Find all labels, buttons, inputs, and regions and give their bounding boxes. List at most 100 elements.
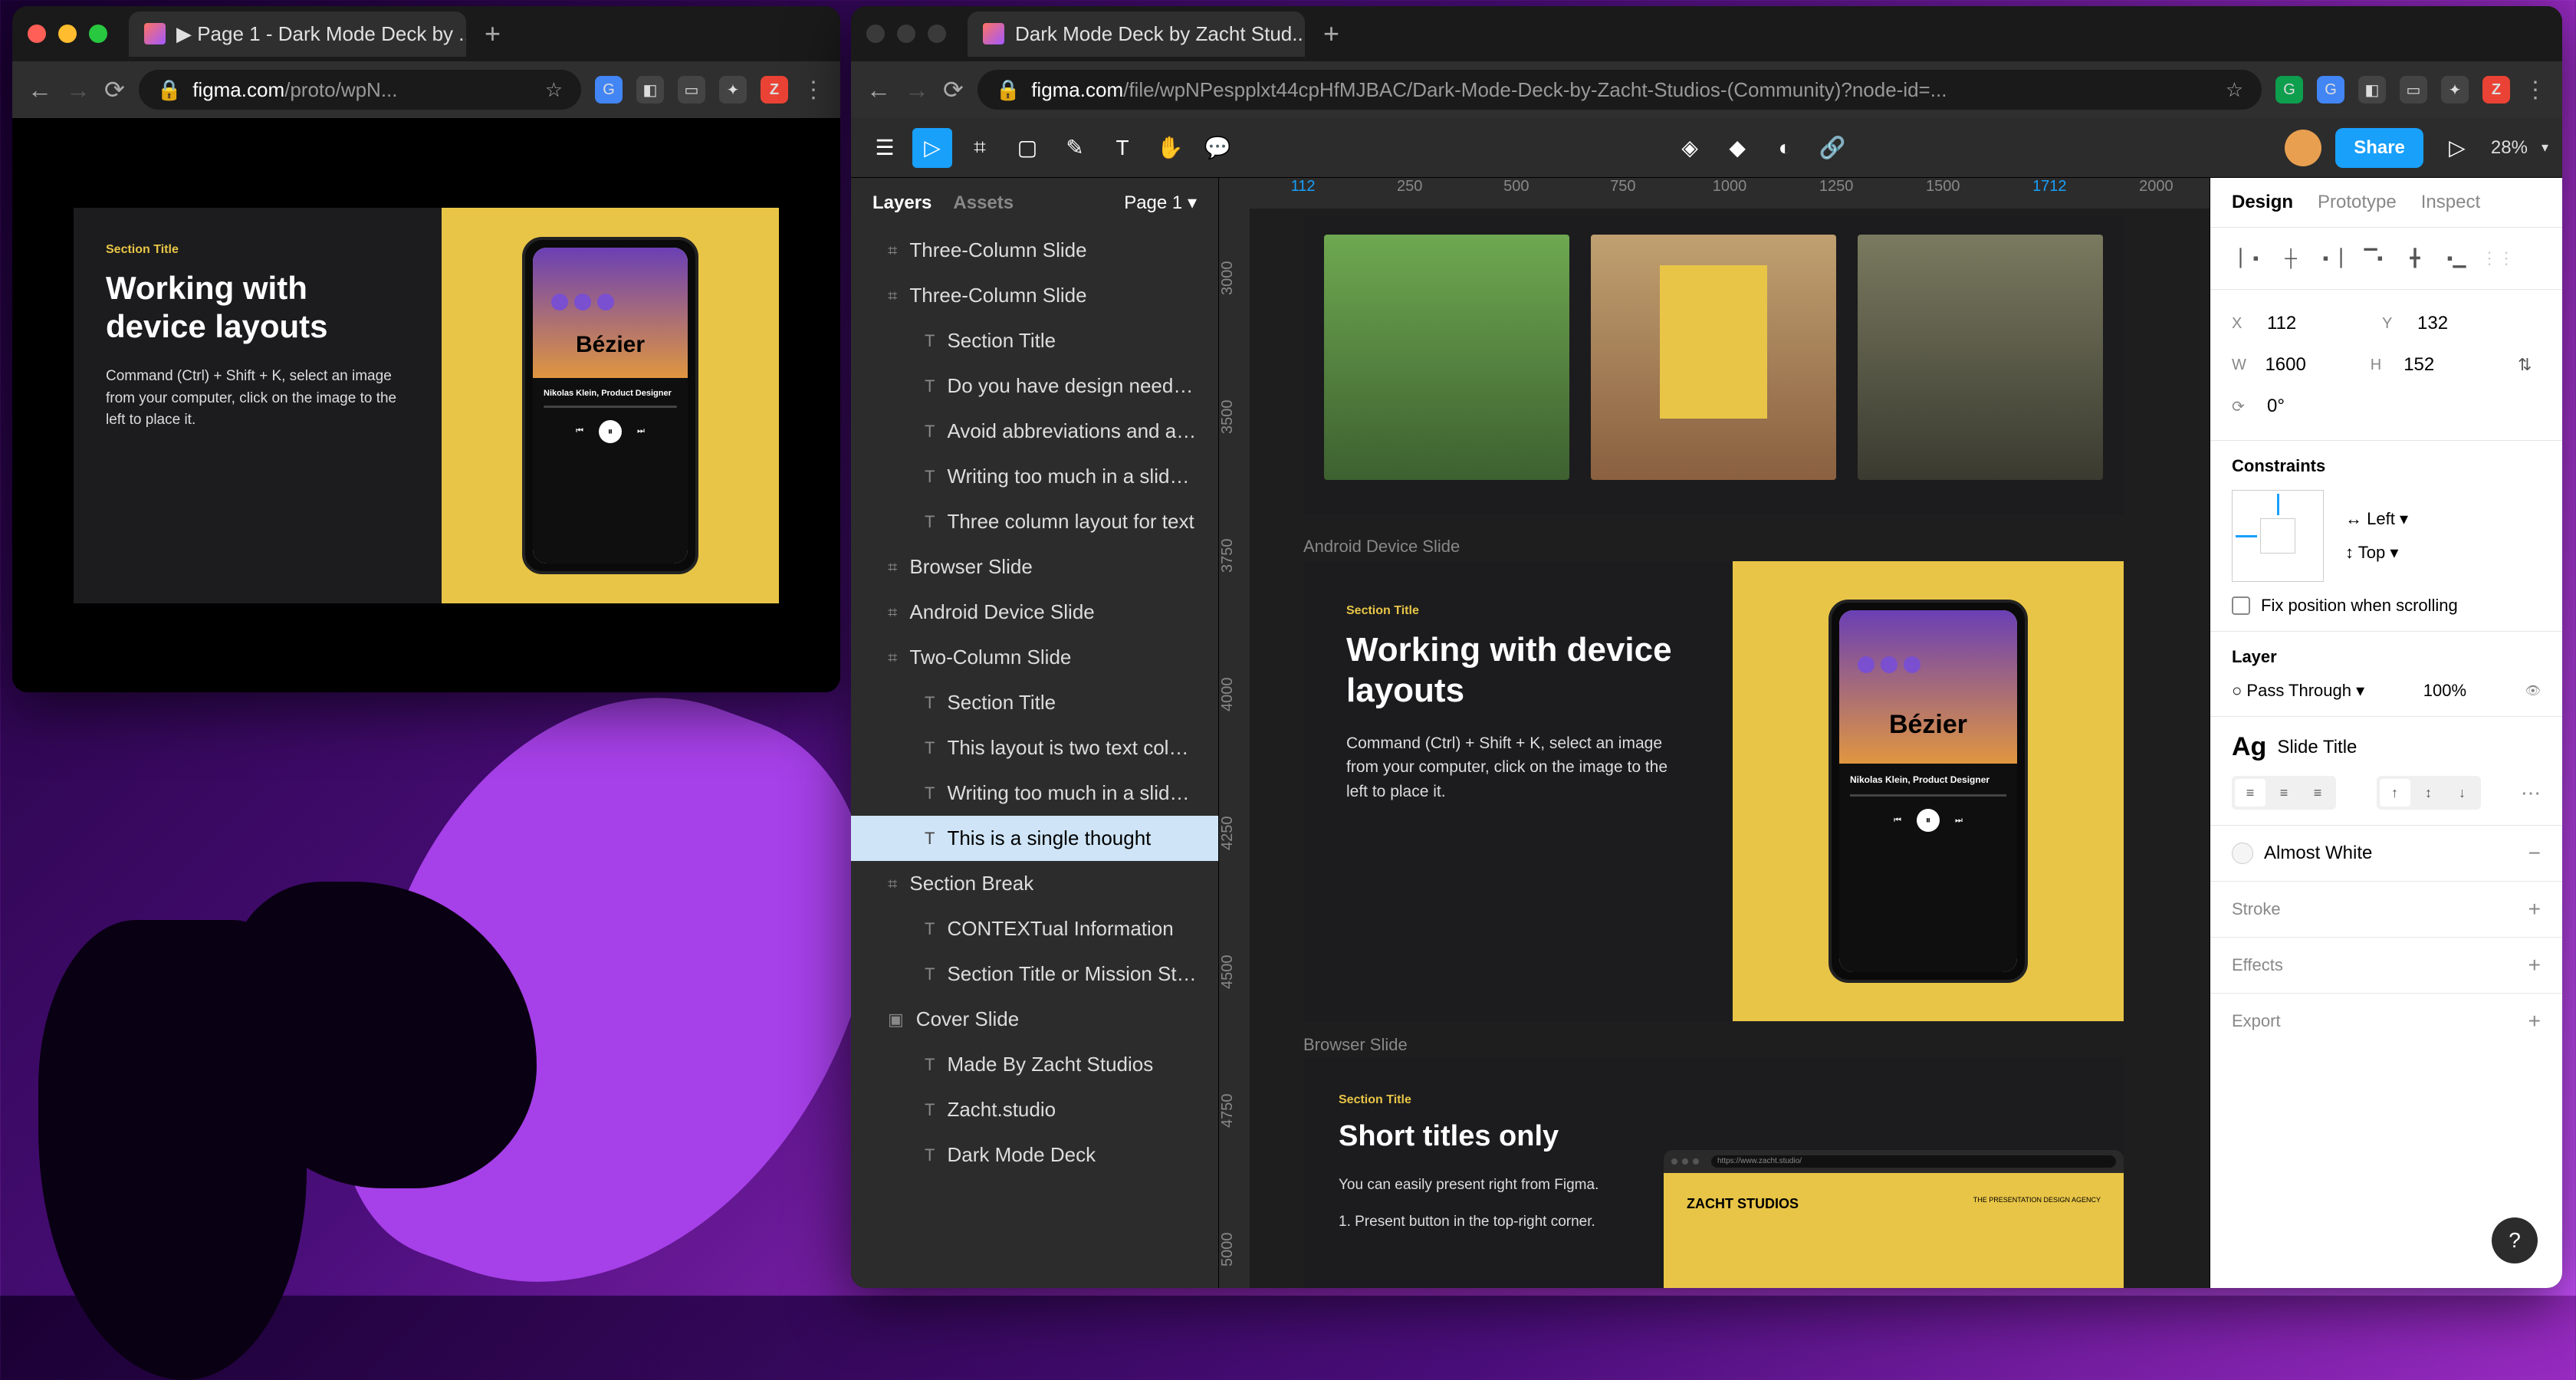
- layer-item[interactable]: TThis layout is two text column...: [851, 725, 1218, 770]
- layer-item[interactable]: TDo you have design needs for...: [851, 363, 1218, 409]
- layer-item[interactable]: ▣Cover Slide: [851, 997, 1218, 1042]
- forward-button[interactable]: →: [905, 76, 929, 104]
- text-tool[interactable]: T: [1102, 128, 1142, 168]
- shape-tool[interactable]: ▢: [1007, 128, 1047, 168]
- layer-item[interactable]: TMade By Zacht Studios: [851, 1042, 1218, 1087]
- blend-mode-select[interactable]: ○ Pass Through ▾: [2232, 681, 2364, 701]
- present-button[interactable]: ▷: [2437, 128, 2477, 168]
- assets-tab[interactable]: Assets: [953, 192, 1014, 214]
- back-button[interactable]: ←: [866, 76, 891, 104]
- frame-browser-slide[interactable]: Section Title Short titles only You can …: [1303, 1058, 2124, 1288]
- back-button[interactable]: ←: [28, 76, 52, 104]
- layer-item[interactable]: ⌗Three-Column Slide: [851, 273, 1218, 318]
- distribute-icon[interactable]: ⋮⋮: [2480, 243, 2515, 274]
- align-bottom-icon[interactable]: ▪▁: [2439, 243, 2474, 274]
- layer-item[interactable]: TSection Title: [851, 318, 1218, 363]
- text-align-bottom-icon[interactable]: ↓: [2447, 779, 2478, 807]
- align-left-icon[interactable]: ▏▪: [2232, 243, 2267, 274]
- reload-button[interactable]: ⟳: [943, 75, 964, 104]
- extension-icon[interactable]: ▭: [2400, 76, 2427, 104]
- fill-color-swatch[interactable]: [2232, 843, 2253, 864]
- help-button[interactable]: ?: [2492, 1217, 2538, 1263]
- layer-item[interactable]: TWriting too much in a slide de...: [851, 770, 1218, 816]
- hand-tool[interactable]: ✋: [1150, 128, 1190, 168]
- translate-extension-icon[interactable]: G: [2317, 76, 2344, 104]
- layer-item[interactable]: TWriting too much in a slide de...: [851, 454, 1218, 499]
- align-right-icon[interactable]: ▪▕: [2315, 243, 2350, 274]
- extensions-menu-icon[interactable]: ✦: [719, 76, 747, 104]
- fill-color-name[interactable]: Almost White: [2264, 843, 2372, 864]
- profile-avatar[interactable]: Z: [761, 76, 788, 104]
- layer-item[interactable]: TThree column layout for text: [851, 499, 1218, 544]
- browser-menu-icon[interactable]: ⋮: [2524, 77, 2547, 104]
- layer-item[interactable]: TDark Mode Deck: [851, 1132, 1218, 1178]
- text-align-right-icon[interactable]: ≡: [2302, 779, 2333, 807]
- pen-tool[interactable]: ✎: [1055, 128, 1095, 168]
- visibility-icon[interactable]: 👁: [2525, 683, 2541, 698]
- layer-item[interactable]: TAvoid abbreviations and acron...: [851, 409, 1218, 454]
- profile-avatar[interactable]: Z: [2482, 76, 2510, 104]
- h-field[interactable]: 152: [2404, 354, 2493, 376]
- add-export-icon[interactable]: +: [2528, 1009, 2541, 1033]
- layer-item[interactable]: TSection Title: [851, 680, 1218, 725]
- inspect-tab[interactable]: Inspect: [2421, 192, 2480, 213]
- omnibox[interactable]: 🔒 figma.com /file/wpNPespplxt44cpHfMJBAC…: [978, 70, 2262, 110]
- mask-icon[interactable]: ◆: [1717, 128, 1757, 168]
- fix-position-checkbox[interactable]: [2232, 596, 2250, 615]
- layer-item[interactable]: ⌗Browser Slide: [851, 544, 1218, 590]
- y-field[interactable]: 132: [2417, 313, 2517, 334]
- new-tab-button[interactable]: +: [1323, 18, 1339, 50]
- link-icon[interactable]: 🔗: [1812, 128, 1852, 168]
- forward-button[interactable]: →: [66, 76, 90, 104]
- minimize-window-button[interactable]: [897, 25, 915, 43]
- layers-tab[interactable]: Layers: [872, 192, 932, 214]
- bookmark-icon[interactable]: ☆: [545, 78, 563, 102]
- move-tool[interactable]: ▷: [912, 128, 952, 168]
- text-align-top-icon[interactable]: ↑: [2380, 779, 2410, 807]
- remove-fill-icon[interactable]: −: [2528, 841, 2541, 866]
- extension-icon[interactable]: ◧: [636, 76, 664, 104]
- grammarly-extension-icon[interactable]: G: [2275, 76, 2303, 104]
- text-align-middle-icon[interactable]: ↕: [2413, 779, 2444, 807]
- constraint-vertical[interactable]: ↕ Top ▾: [2345, 543, 2408, 563]
- zoom-level[interactable]: 28%: [2491, 137, 2528, 159]
- layer-item[interactable]: TThis is a single thought: [851, 816, 1218, 861]
- frame-label[interactable]: Browser Slide: [1303, 1035, 1408, 1055]
- translate-extension-icon[interactable]: G: [595, 76, 623, 104]
- opacity-field[interactable]: 100%: [2423, 681, 2466, 701]
- comment-tool[interactable]: 💬: [1198, 128, 1237, 168]
- page-selector[interactable]: Page 1 ▾: [1124, 192, 1197, 214]
- prototype-tab[interactable]: Prototype: [2318, 192, 2397, 213]
- layer-item[interactable]: ⌗Three-Column Slide: [851, 228, 1218, 273]
- align-vcenter-icon[interactable]: ╋: [2397, 243, 2433, 274]
- extension-icon[interactable]: ◧: [2358, 76, 2386, 104]
- layer-item[interactable]: ⌗Android Device Slide: [851, 590, 1218, 635]
- layer-item[interactable]: TSection Title or Mission State...: [851, 951, 1218, 997]
- add-effect-icon[interactable]: +: [2528, 953, 2541, 978]
- design-tab[interactable]: Design: [2232, 192, 2293, 213]
- text-align-center-icon[interactable]: ≡: [2269, 779, 2299, 807]
- layer-item[interactable]: TCONTEXTual Information: [851, 906, 1218, 951]
- constraint-horizontal[interactable]: ↔ Left ▾: [2345, 509, 2408, 529]
- add-stroke-icon[interactable]: +: [2528, 897, 2541, 922]
- constrain-proportions-icon[interactable]: ⇅: [2509, 350, 2542, 380]
- component-icon[interactable]: ◈: [1670, 128, 1710, 168]
- w-field[interactable]: 1600: [2265, 354, 2354, 376]
- minimize-window-button[interactable]: [58, 25, 77, 43]
- main-menu-button[interactable]: ☰: [865, 128, 905, 168]
- boolean-icon[interactable]: ◐: [1765, 128, 1805, 168]
- x-field[interactable]: 112: [2267, 313, 2367, 334]
- extensions-menu-icon[interactable]: ✦: [2441, 76, 2469, 104]
- align-top-icon[interactable]: ▔▪: [2356, 243, 2391, 274]
- share-button[interactable]: Share: [2335, 128, 2423, 168]
- browser-tab[interactable]: ▶ Page 1 - Dark Mode Deck by ... ✕: [129, 12, 466, 57]
- frame-android-device[interactable]: Section Title Working with device layout…: [1303, 561, 2124, 1021]
- frame-label[interactable]: Android Device Slide: [1303, 537, 1460, 557]
- reload-button[interactable]: ⟳: [104, 75, 125, 104]
- bookmark-icon[interactable]: ☆: [2226, 78, 2243, 102]
- layer-item[interactable]: ⌗Two-Column Slide: [851, 635, 1218, 680]
- browser-tab[interactable]: Dark Mode Deck by Zacht Stud... ✕: [968, 12, 1305, 57]
- rotation-field[interactable]: 0°: [2267, 396, 2367, 417]
- frame-three-column[interactable]: [1303, 216, 2124, 515]
- chevron-down-icon[interactable]: ▾: [2542, 140, 2548, 156]
